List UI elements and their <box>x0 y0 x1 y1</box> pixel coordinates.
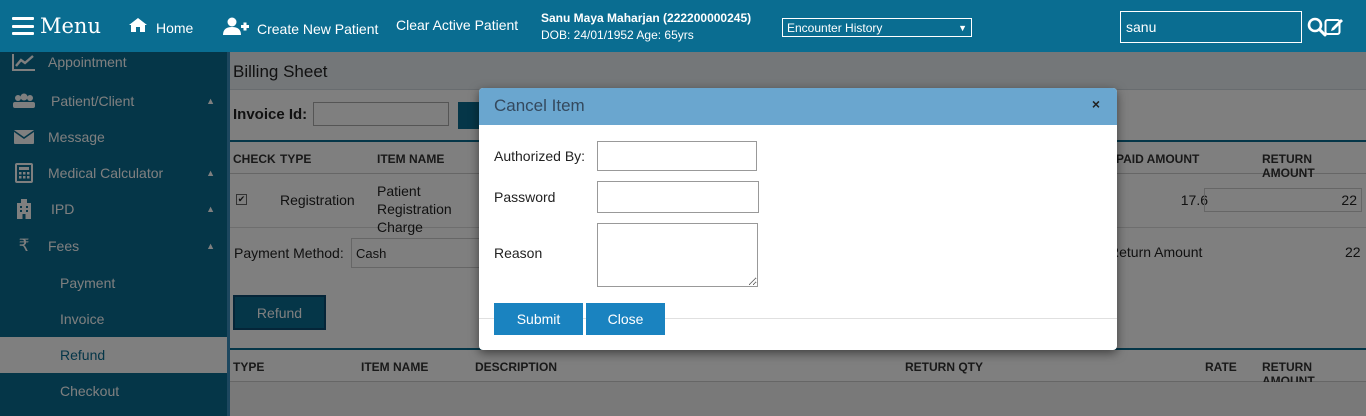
cancel-item-modal: Cancel Item × Authorized By: Password Re… <box>479 88 1117 350</box>
home-label: Home <box>156 19 194 36</box>
menu-label: Menu <box>40 14 101 38</box>
patient-search <box>1120 11 1327 43</box>
authorized-by-input[interactable] <box>597 141 757 171</box>
create-new-patient-link[interactable]: Create New Patient <box>223 17 378 40</box>
close-icon[interactable]: × <box>1092 96 1100 112</box>
user-plus-icon <box>223 17 249 40</box>
search-input[interactable] <box>1121 12 1307 42</box>
home-icon <box>128 17 148 38</box>
reason-textarea[interactable] <box>597 223 758 287</box>
clear-active-patient-label: Clear Active Patient <box>396 17 519 33</box>
home-link[interactable]: Home <box>128 17 193 38</box>
password-input[interactable] <box>597 181 759 213</box>
hamburger-icon <box>12 17 34 35</box>
password-label: Password <box>494 189 556 205</box>
encounter-selected-value: Encounter History <box>787 20 883 35</box>
modal-header: Cancel Item × <box>479 88 1117 125</box>
authorized-by-label: Authorized By: <box>494 148 586 164</box>
patient-name: Sanu Maya Maharjan (222200000245) <box>541 11 752 25</box>
clear-active-patient-link[interactable]: Clear Active Patient <box>396 17 518 33</box>
encounter-history-select[interactable]: Encounter History ▼ <box>782 18 972 37</box>
edit-icon[interactable] <box>1324 16 1344 41</box>
chevron-down-icon: ▼ <box>958 22 967 33</box>
patient-dob: DOB: 24/01/1952 Age: 65yrs <box>541 28 694 42</box>
active-patient-info: Sanu Maya Maharjan (222200000245) DOB: 2… <box>541 10 751 44</box>
submit-button[interactable]: Submit <box>494 303 583 335</box>
menu-toggle-button[interactable]: Menu <box>12 14 101 38</box>
close-button[interactable]: Close <box>586 303 665 335</box>
modal-title: Cancel Item <box>494 96 585 115</box>
reason-label: Reason <box>494 245 543 261</box>
create-new-patient-label: Create New Patient <box>257 20 379 37</box>
